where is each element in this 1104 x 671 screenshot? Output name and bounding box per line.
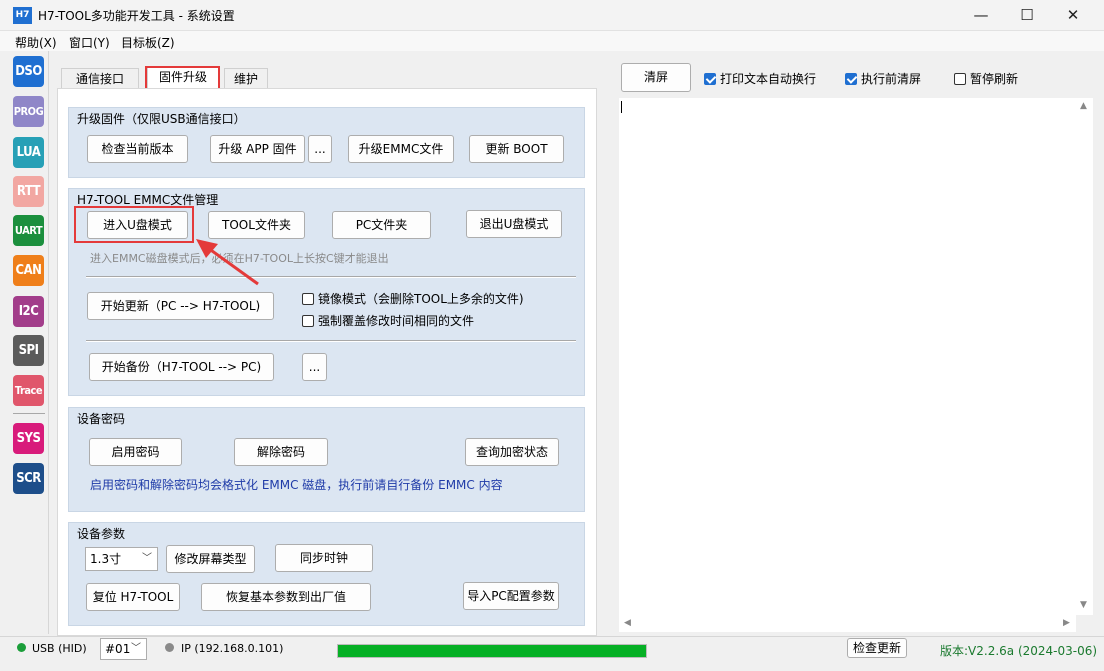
ip-status-dot-icon bbox=[165, 643, 174, 652]
start-update-button[interactable]: 开始更新（PC --> H7-TOOL) bbox=[87, 292, 274, 320]
tool-scr-button[interactable]: SCR bbox=[13, 463, 44, 494]
tool-separator bbox=[13, 413, 45, 414]
text-caret bbox=[621, 101, 622, 113]
usb-status-dot-icon bbox=[17, 643, 26, 652]
exit-udisk-button[interactable]: 退出U盘模式 bbox=[466, 210, 562, 238]
tool-strip: DSO PROG LUA RTT UART CAN I2C SPI Trace … bbox=[9, 51, 49, 634]
tool-dso-button[interactable]: DSO bbox=[13, 56, 44, 87]
check-version-button[interactable]: 检查当前版本 bbox=[87, 135, 188, 163]
maximize-button[interactable]: ☐ bbox=[1004, 2, 1050, 29]
force-overwrite-checkbox[interactable]: 强制覆盖修改时间相同的文件 bbox=[302, 312, 474, 329]
menu-target-board[interactable]: 目标板(Z) bbox=[121, 34, 175, 51]
tool-i2c-button[interactable]: I2C bbox=[13, 296, 44, 327]
disable-password-button[interactable]: 解除密码 bbox=[234, 438, 328, 466]
group-title: 升级固件（仅限USB通信接口） bbox=[77, 112, 246, 126]
firmware-upgrade-group: 升级固件（仅限USB通信接口） 检查当前版本 升级 APP 固件 ... 升级E… bbox=[68, 107, 585, 178]
progress-bar bbox=[337, 644, 647, 658]
checkbox-box bbox=[954, 72, 966, 85]
highlight-enter-udisk-annotation bbox=[74, 206, 194, 243]
vertical-scrollbar[interactable]: ▲ ▼ bbox=[1076, 98, 1093, 615]
sync-clock-button[interactable]: 同步时钟 bbox=[275, 544, 373, 572]
tool-sys-button[interactable]: SYS bbox=[13, 423, 44, 454]
tool-uart-button[interactable]: UART bbox=[13, 215, 44, 246]
screen-size-select[interactable]: 1.3寸 ﹀ bbox=[85, 547, 158, 571]
app-icon: H7 bbox=[13, 7, 32, 24]
group-title: 设备密码 bbox=[77, 412, 126, 426]
checkbox-label: 强制覆盖修改时间相同的文件 bbox=[318, 314, 475, 328]
pc-folder-button[interactable]: PC文件夹 bbox=[332, 211, 431, 239]
restore-defaults-button[interactable]: 恢复基本参数到出厂值 bbox=[201, 583, 371, 611]
clear-screen-button[interactable]: 清屏 bbox=[621, 63, 691, 92]
tool-prog-button[interactable]: PROG bbox=[13, 96, 44, 127]
checkbox-label: 执行前清屏 bbox=[861, 72, 922, 86]
checkbox-label: 暂停刷新 bbox=[970, 72, 1019, 86]
tab-comm-interface[interactable]: 通信接口 bbox=[61, 68, 139, 90]
port-value: #01 bbox=[105, 642, 131, 656]
browse-backup-button[interactable]: ... bbox=[302, 353, 327, 381]
tool-can-button[interactable]: CAN bbox=[13, 255, 44, 286]
auto-wrap-checkbox[interactable]: 打印文本自动换行 bbox=[704, 70, 816, 87]
mirror-mode-checkbox[interactable]: 镜像模式（会删除TOOL上多余的文件) bbox=[302, 290, 524, 307]
change-screen-type-button[interactable]: 修改屏幕类型 bbox=[166, 545, 255, 573]
version-text: 版本:V2.2.6a (2024-03-06) bbox=[940, 644, 1098, 658]
ip-status-text: IP (192.168.0.101) bbox=[181, 642, 284, 655]
upgrade-emmc-button[interactable]: 升级EMMC文件 bbox=[348, 135, 454, 163]
tool-lua-button[interactable]: LUA bbox=[13, 137, 44, 168]
scroll-down-icon[interactable]: ▼ bbox=[1080, 600, 1087, 610]
query-encryption-button[interactable]: 查询加密状态 bbox=[465, 438, 559, 466]
tab-maintenance[interactable]: 维护 bbox=[224, 68, 268, 90]
device-params-group: 设备参数 1.3寸 ﹀ 修改屏幕类型 同步时钟 复位 H7-TOOL 恢复基本参… bbox=[68, 522, 585, 626]
checkbox-box bbox=[302, 314, 314, 327]
enable-password-button[interactable]: 启用密码 bbox=[89, 438, 182, 466]
pause-refresh-checkbox[interactable]: 暂停刷新 bbox=[954, 70, 1018, 87]
menu-help[interactable]: 帮助(X) bbox=[15, 34, 57, 51]
tool-spi-button[interactable]: SPI bbox=[13, 335, 44, 366]
title-bar: H7 H7-TOOL多功能开发工具 - 系统设置 — ☐ ✕ bbox=[0, 0, 1104, 31]
browse-firmware-button[interactable]: ... bbox=[308, 135, 332, 163]
import-pc-config-button[interactable]: 导入PC配置参数 bbox=[463, 582, 559, 610]
tool-rtt-button[interactable]: RTT bbox=[13, 176, 44, 207]
screen-size-value: 1.3寸 bbox=[90, 552, 122, 566]
window-title: H7-TOOL多功能开发工具 - 系统设置 bbox=[38, 9, 235, 23]
checkbox-label: 镜像模式（会删除TOOL上多余的文件) bbox=[318, 292, 524, 306]
checkbox-label: 打印文本自动换行 bbox=[720, 72, 817, 86]
checkbox-box bbox=[704, 72, 716, 85]
group-title: 设备参数 bbox=[77, 527, 126, 541]
check-update-button[interactable]: 检查更新 bbox=[847, 638, 907, 658]
scroll-left-icon[interactable]: ◀ bbox=[624, 618, 631, 628]
output-text-area[interactable] bbox=[619, 98, 1076, 615]
usb-status-text: USB (HID) bbox=[32, 642, 87, 655]
divider bbox=[86, 276, 576, 278]
tool-folder-button[interactable]: TOOL文件夹 bbox=[208, 211, 305, 239]
scroll-right-icon[interactable]: ▶ bbox=[1063, 618, 1070, 628]
menu-bar: 帮助(X) 窗口(Y) 目标板(Z) bbox=[0, 31, 1104, 51]
chevron-down-icon: ﹀ bbox=[142, 553, 152, 564]
tool-trace-button[interactable]: Trace bbox=[13, 375, 44, 406]
progress-fill bbox=[338, 645, 646, 657]
chevron-down-icon: ﹀ bbox=[131, 643, 141, 654]
checkbox-box bbox=[845, 72, 857, 85]
checkbox-box bbox=[302, 292, 314, 305]
password-warning-text: 启用密码和解除密码均会格式化 EMMC 磁盘，执行前请自行备份 EMMC 内容 bbox=[90, 478, 503, 492]
divider bbox=[86, 340, 576, 342]
reset-tool-button[interactable]: 复位 H7-TOOL bbox=[86, 583, 180, 611]
update-boot-button[interactable]: 更新 BOOT bbox=[469, 135, 564, 163]
clear-before-exec-checkbox[interactable]: 执行前清屏 bbox=[845, 70, 921, 87]
minimize-button[interactable]: — bbox=[958, 2, 1004, 29]
port-select[interactable]: #01 ﹀ bbox=[100, 638, 147, 660]
close-button[interactable]: ✕ bbox=[1050, 2, 1096, 29]
start-backup-button[interactable]: 开始备份（H7-TOOL --> PC) bbox=[89, 353, 274, 381]
device-password-group: 设备密码 启用密码 解除密码 查询加密状态 启用密码和解除密码均会格式化 EMM… bbox=[68, 407, 585, 512]
menu-window[interactable]: 窗口(Y) bbox=[69, 34, 110, 51]
horizontal-scrollbar[interactable]: ◀ ▶ bbox=[619, 615, 1076, 632]
udisk-exit-hint: 进入EMMC磁盘模式后，必须在H7-TOOL上长按C键才能退出 bbox=[90, 252, 389, 265]
upgrade-app-button[interactable]: 升级 APP 固件 bbox=[210, 135, 305, 163]
scroll-up-icon[interactable]: ▲ bbox=[1080, 101, 1087, 111]
